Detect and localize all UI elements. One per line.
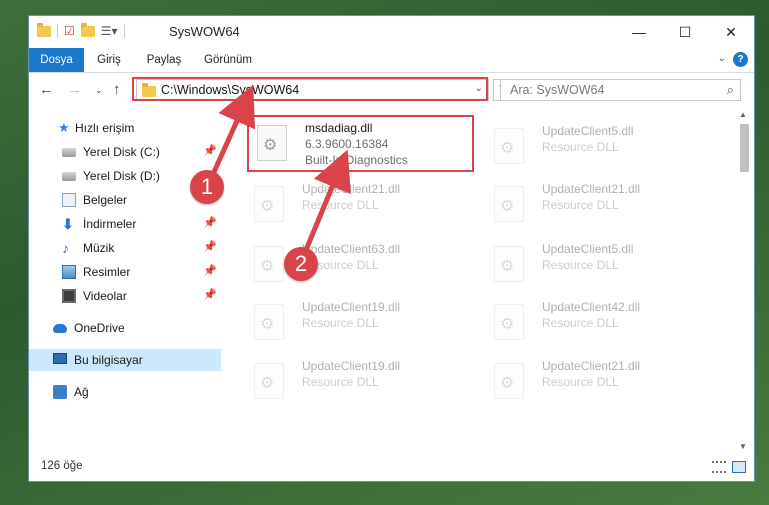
annotation-arrows [211, 84, 351, 251]
callout-1-arrow [211, 84, 256, 174]
callout-badge-1: 1 [190, 170, 224, 204]
callout-2-arrow [303, 149, 351, 251]
callout-badge-2: 2 [284, 247, 318, 281]
